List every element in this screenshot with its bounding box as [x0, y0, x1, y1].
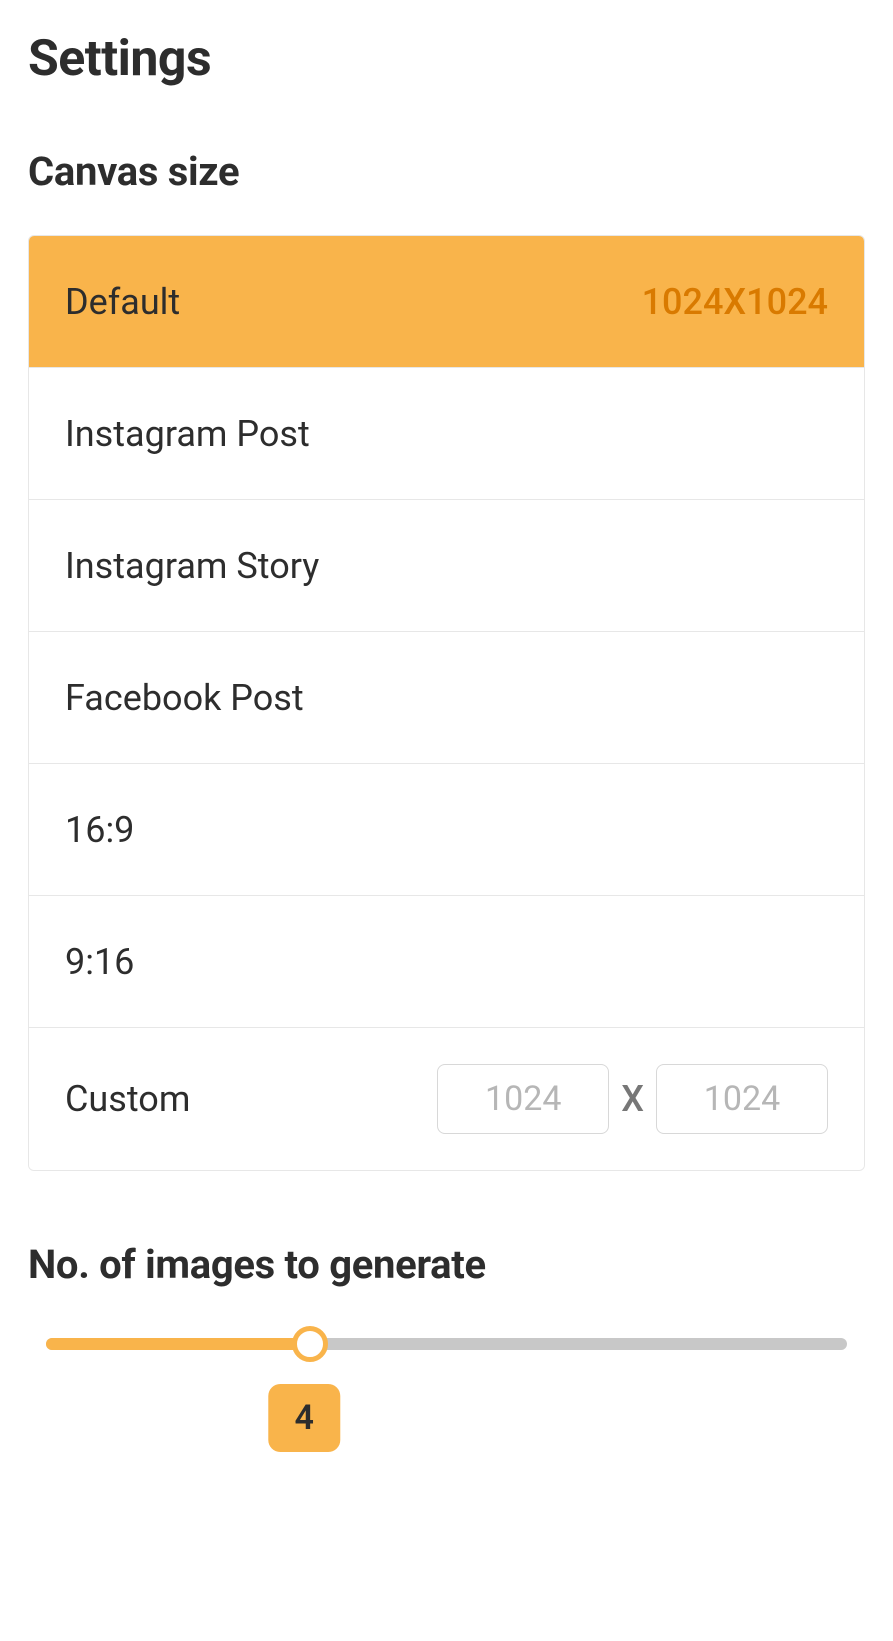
num-images-slider[interactable]: 4	[28, 1338, 865, 1350]
canvas-size-list: Default 1024X1024 Instagram Post Instagr…	[28, 235, 865, 1171]
slider-value-badge: 4	[268, 1384, 339, 1452]
canvas-option-label: Instagram Post	[65, 413, 310, 455]
canvas-size-heading: Canvas size	[28, 148, 865, 195]
canvas-option-label: Instagram Story	[65, 545, 319, 587]
dimension-separator-icon: X	[619, 1078, 646, 1120]
canvas-option-9-16[interactable]: 9:16	[29, 896, 864, 1028]
canvas-option-instagram-story[interactable]: Instagram Story	[29, 500, 864, 632]
canvas-option-label: 9:16	[65, 941, 134, 983]
canvas-option-default[interactable]: Default 1024X1024	[29, 236, 864, 368]
canvas-option-label: Default	[65, 281, 180, 323]
canvas-option-label: Facebook Post	[65, 677, 304, 719]
canvas-option-instagram-post[interactable]: Instagram Post	[29, 368, 864, 500]
slider-track	[46, 1338, 847, 1350]
canvas-option-label: 16:9	[65, 809, 134, 851]
canvas-option-custom[interactable]: Custom X	[29, 1028, 864, 1170]
slider-fill	[46, 1338, 310, 1350]
canvas-option-label: Custom	[65, 1078, 190, 1120]
custom-width-input[interactable]	[437, 1064, 609, 1134]
slider-thumb[interactable]	[292, 1326, 328, 1362]
custom-dimensions-inputs: X	[437, 1064, 828, 1134]
num-images-heading: No. of images to generate	[28, 1241, 865, 1288]
canvas-option-dimensions: 1024X1024	[642, 281, 828, 323]
custom-height-input[interactable]	[656, 1064, 828, 1134]
canvas-option-16-9[interactable]: 16:9	[29, 764, 864, 896]
canvas-option-facebook-post[interactable]: Facebook Post	[29, 632, 864, 764]
page-title: Settings	[28, 30, 865, 88]
